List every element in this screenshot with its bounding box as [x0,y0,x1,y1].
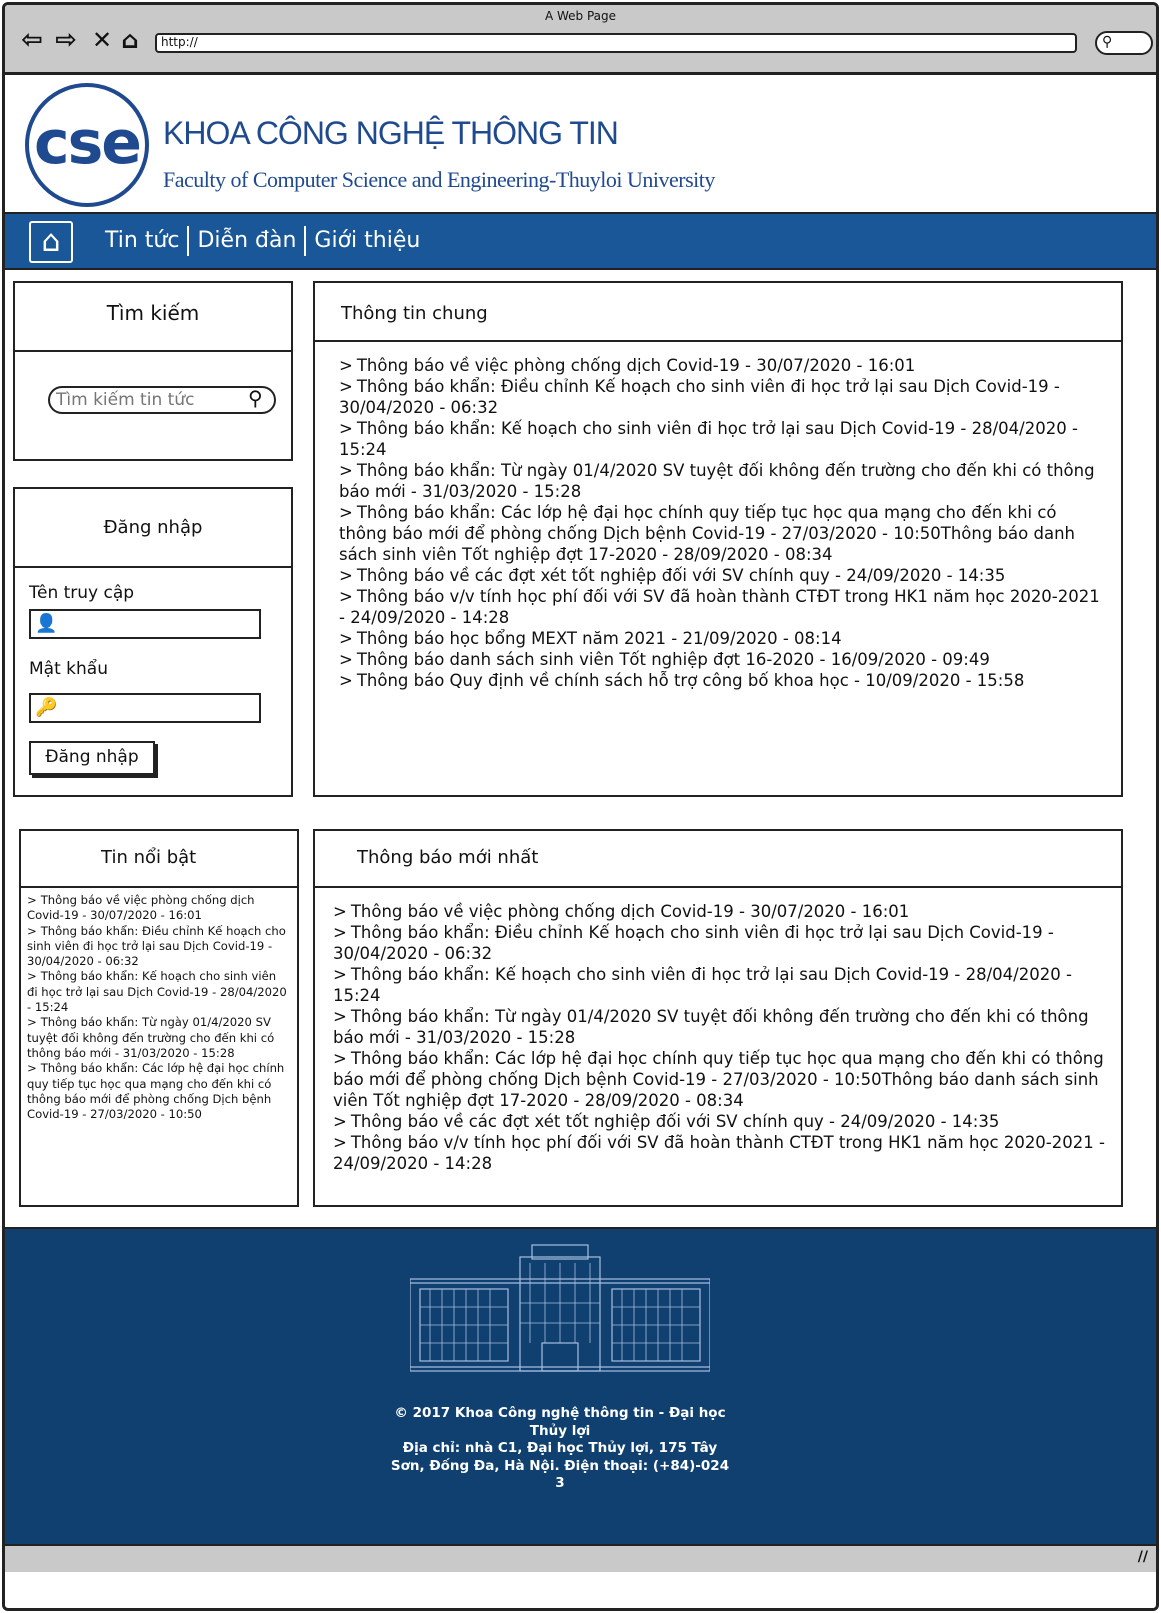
general-info-panel: Thông tin chung > Thông báo về việc phòng… [313,281,1123,797]
chevron-right-icon: > [27,1061,37,1076]
back-icon[interactable]: ⇦ [17,25,47,55]
login-panel: Đăng nhập Tên truy cập 👤 Mật khẩu 🔑 Đăng… [13,487,293,797]
list-item[interactable]: > Thông báo khẩn: Điều chỉnh Kế hoạch cho… [27,924,289,970]
browser-toolbar: A Web Page ⇦ ⇨ ✕ ⌂ http:// ⚲ [5,5,1156,75]
list-item[interactable]: > Thông báo về việc phòng chống dịch Covi… [27,893,289,924]
list-item[interactable]: > Thông báo về các đợt xét tốt nghiệp đối… [333,1111,1109,1132]
chevron-right-icon: > [339,650,353,669]
chevron-right-icon: > [339,419,353,438]
list-item[interactable]: > Thông báo khẩn: Kế hoạch cho sinh viên … [333,964,1109,1006]
chevron-right-icon: > [339,503,353,522]
chevron-right-icon: > [27,893,37,907]
username-label: Tên truy cập [29,583,135,603]
list-item[interactable]: > Thông báo danh sách sinh viên Tốt nghiệ… [339,649,1109,670]
general-info-title: Thông tin chung [341,303,488,324]
list-item[interactable]: > Thông báo khẩn: Kế hoạch cho sinh viên … [27,969,289,1015]
list-item[interactable]: > Thông báo khẩn: Từ ngày 01/4/2020 SV tu… [339,460,1109,502]
nav-about[interactable]: Giới thiệu [306,226,428,256]
username-field[interactable]: 👤 [29,609,261,639]
site-footer: © 2017 Khoa Công nghệ thông tin - Đại họ… [5,1227,1156,1544]
chevron-right-icon: > [333,923,347,942]
chevron-right-icon: > [27,923,37,938]
chevron-right-icon: > [27,1015,37,1030]
faculty-subtitle: Faculty of Computer Science and Engineer… [163,167,715,192]
window-title: A Web Page [544,9,617,23]
chevron-right-icon: > [333,902,347,921]
cse-logo[interactable]: cse [25,83,149,207]
chevron-right-icon: > [27,969,37,984]
divider [15,350,291,352]
latest-news-list: > Thông báo về việc phòng chống dịch Covi… [333,901,1109,1174]
chevron-right-icon: > [339,356,353,375]
list-item[interactable]: > Thông báo về việc phòng chống dịch Covi… [339,355,1109,376]
login-button[interactable]: Đăng nhập [29,741,155,775]
list-item[interactable]: > Thông báo khẩn: Các lớp hệ đại học chín… [339,502,1109,565]
latest-title: Thông báo mới nhất [357,847,539,868]
chevron-right-icon: > [333,1133,347,1152]
chevron-right-icon: > [333,1112,347,1131]
general-news-list: > Thông báo về việc phòng chống dịch Covi… [339,355,1109,691]
browser-window: A Web Page ⇦ ⇨ ✕ ⌂ http:// ⚲ cse KHOA CÔ… [2,2,1159,1611]
divider [315,886,1121,888]
chevron-right-icon: > [339,587,353,606]
list-item[interactable]: > Thông báo v/v tính học phí đối với SV đ… [333,1132,1109,1174]
nav-home-button[interactable]: ⌂ [29,221,73,263]
faculty-title: KHOA CÔNG NGHỆ THÔNG TIN [163,115,619,151]
main-navigation: ⌂ Tin tức Diễn đàn Giới thiệu [5,212,1156,270]
building-image [410,1244,710,1372]
divider [15,566,291,568]
home-icon[interactable]: ⌂ [115,25,145,55]
search-icon: ⚲ [1102,34,1113,50]
resize-handle-icon[interactable]: // [1138,1549,1148,1565]
search-icon[interactable]: ⚲ [248,386,263,410]
nav-news[interactable]: Tin tức [97,226,187,256]
search-input[interactable] [48,386,276,414]
list-item[interactable]: > Thông báo khẩn: Điều chỉnh Kế hoạch cho… [333,922,1109,964]
footer-copyright: © 2017 Khoa Công nghệ thông tin - Đại họ… [394,1405,726,1439]
divider [21,886,297,888]
chevron-right-icon: > [339,671,353,690]
list-item[interactable]: > Thông báo học bổng MEXT năm 2021 - 21/0… [339,628,1109,649]
list-item[interactable]: > Thông báo khẩn: Các lớp hệ đại học chín… [27,1061,289,1122]
divider [315,340,1121,342]
home-icon: ⌂ [41,224,61,259]
search-title: Tìm kiếm [106,301,200,325]
list-item[interactable]: > Thông báo v/v tính học phí đối với SV đ… [339,586,1109,628]
list-item[interactable]: > Thông báo khẩn: Các lớp hệ đại học chín… [333,1048,1109,1111]
list-item[interactable]: > Thông báo khẩn: Từ ngày 01/4/2020 SV tu… [27,1015,289,1061]
nav-forum[interactable]: Diễn đàn [189,226,304,256]
password-label: Mật khẩu [29,659,108,679]
browser-search-button[interactable]: ⚲ [1095,31,1153,55]
forward-icon[interactable]: ⇨ [51,25,81,55]
list-item[interactable]: > Thông báo về các đợt xét tốt nghiệp đối… [339,565,1109,586]
chevron-right-icon: > [339,629,353,648]
footer-info: © 2017 Khoa Công nghệ thông tin - Đại họ… [385,1405,735,1493]
browser-status-bar: // [5,1544,1156,1572]
list-item[interactable]: > Thông báo khẩn: Từ ngày 01/4/2020 SV tu… [333,1006,1109,1048]
list-item[interactable]: > Thông báo khẩn: Kế hoạch cho sinh viên … [339,418,1109,460]
site-header: cse KHOA CÔNG NGHỆ THÔNG TIN Faculty of … [5,75,1156,213]
latest-panel: Thông báo mới nhất > Thông báo về việc ph… [313,829,1123,1207]
key-icon: 🔑 [35,697,58,718]
list-item[interactable]: > Thông báo về việc phòng chống dịch Covi… [333,901,1109,922]
chevron-right-icon: > [333,1049,347,1068]
password-field[interactable]: 🔑 [29,693,261,723]
chevron-right-icon: > [339,566,353,585]
search-panel: Tìm kiếm ⚲ [13,281,293,461]
address-bar[interactable]: http:// [155,33,1077,53]
list-item[interactable]: > Thông báo Quy định về chính sách hỗ trợ… [339,670,1109,691]
chevron-right-icon: > [333,965,347,984]
login-title: Đăng nhập [103,517,203,538]
user-icon: 👤 [35,613,58,634]
chevron-right-icon: > [339,461,353,480]
featured-news-list: > Thông báo về việc phòng chống dịch Covi… [27,893,289,1122]
featured-panel: Tin nổi bật > Thông báo về việc phòng chố… [19,829,299,1207]
close-icon[interactable]: ✕ [87,25,117,55]
list-item[interactable]: > Thông báo khẩn: Điều chỉnh Kế hoạch cho… [339,376,1109,418]
chevron-right-icon: > [333,1007,347,1026]
footer-address: Địa chỉ: nhà C1, Đại học Thủy lợi, 175 T… [390,1440,730,1491]
chevron-right-icon: > [339,377,353,396]
featured-title: Tin nổi bật [101,847,197,868]
